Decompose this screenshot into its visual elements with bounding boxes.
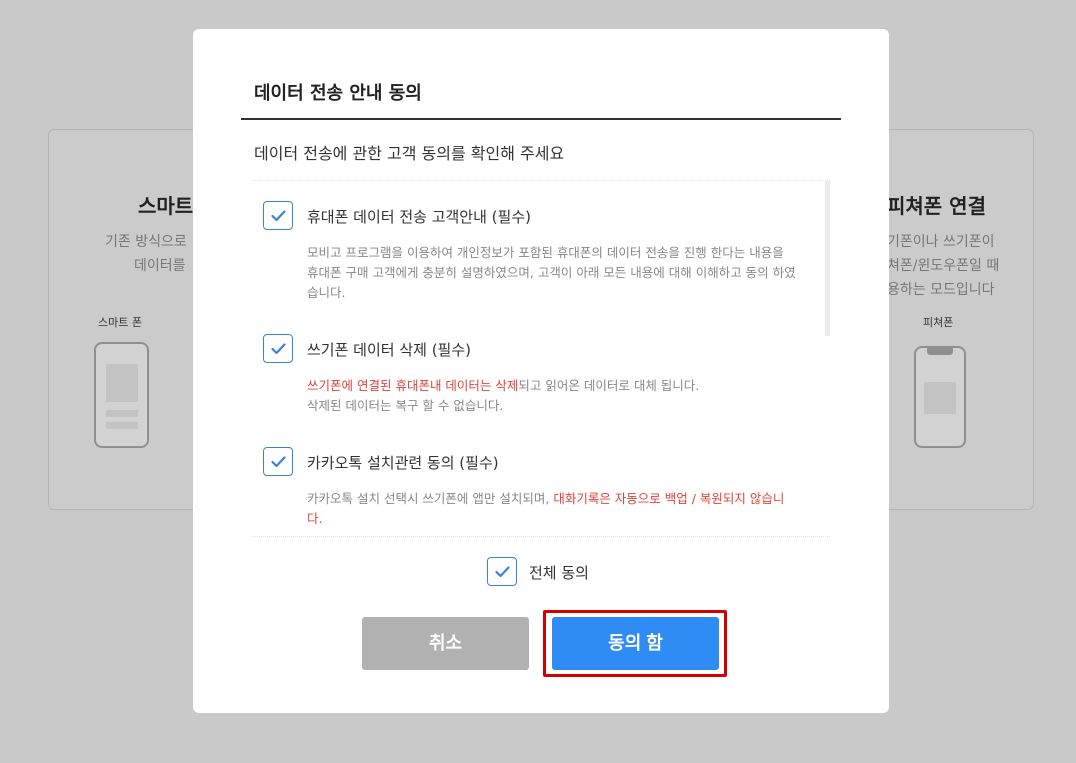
phone-label: 스마트 폰 [98,316,142,329]
title-divider [241,118,841,120]
card-desc: 데이터를 [134,258,186,274]
check-icon [495,566,510,578]
feature-phone-icon [914,346,966,448]
dialog-subtitle: 데이터 전송에 관한 고객 동의를 확인해 주세요 [254,144,565,163]
agree-button-highlight [543,610,727,677]
desc-text: 삭제된 데이터는 복구 할 수 없습니다. [307,398,504,413]
data-transfer-consent-dialog: 데이터 전송 안내 동의 데이터 전송에 관한 고객 동의를 확인해 주세요 휴… [193,29,889,713]
warning-text: 쓰기폰에 연결된 휴대폰내 데이터는 삭제 [307,378,519,393]
consent-item-desc: 카카오톡 설치 선택시 쓰기폰에 앱만 설치되며, 대화기록은 자동으로 백업 … [307,489,797,529]
consent-item-title: 카카오톡 설치관련 동의 (필수) [307,454,499,472]
consent-checkbox[interactable] [263,201,293,230]
agree-all-checkbox[interactable] [487,557,517,586]
card-desc: 쳐폰/윈도우폰일 때 [887,258,1000,274]
check-icon [271,456,286,468]
check-icon [271,210,286,222]
dialog-title: 데이터 전송 안내 동의 [254,83,422,104]
card-desc: 기존 방식으로 [105,234,187,250]
desc-text: 되고 읽어온 데이터로 대체 됩니다. [518,378,700,393]
desc-text: 카카오톡 설치 선택시 쓰기폰에 앱만 설치되며, [307,491,554,506]
consent-item-desc: 모비고 프로그램을 이용하여 개인정보가 포함된 휴대폰의 데이터 전송을 진행… [307,245,796,300]
consent-list[interactable]: 휴대폰 데이터 전송 고객안내 (필수) 모비고 프로그램을 이용하여 개인정보… [252,180,830,537]
card-desc: 기폰이나 쓰기폰이 [887,234,995,250]
card-title: 스마트 [138,194,194,218]
card-title: 피쳐폰 연결 [887,194,986,218]
agree-all-label: 전체 동의 [529,564,589,582]
consent-item-title: 휴대폰 데이터 전송 고객안내 (필수) [307,208,531,226]
scrollbar[interactable] [825,181,830,336]
phone-label: 피쳐폰 [923,316,954,329]
consent-item-title: 쓰기폰 데이터 삭제 (필수) [307,341,472,359]
card-desc: 용하는 모드입니다 [887,282,995,298]
smartphone-icon [94,342,149,448]
consent-checkbox[interactable] [263,334,293,363]
consent-checkbox[interactable] [263,447,293,476]
cancel-button[interactable]: 취소 [362,617,529,670]
check-icon [271,343,286,355]
consent-item-desc: 쓰기폰에 연결된 휴대폰내 데이터는 삭제되고 읽어온 데이터로 대체 됩니다.… [307,376,797,416]
